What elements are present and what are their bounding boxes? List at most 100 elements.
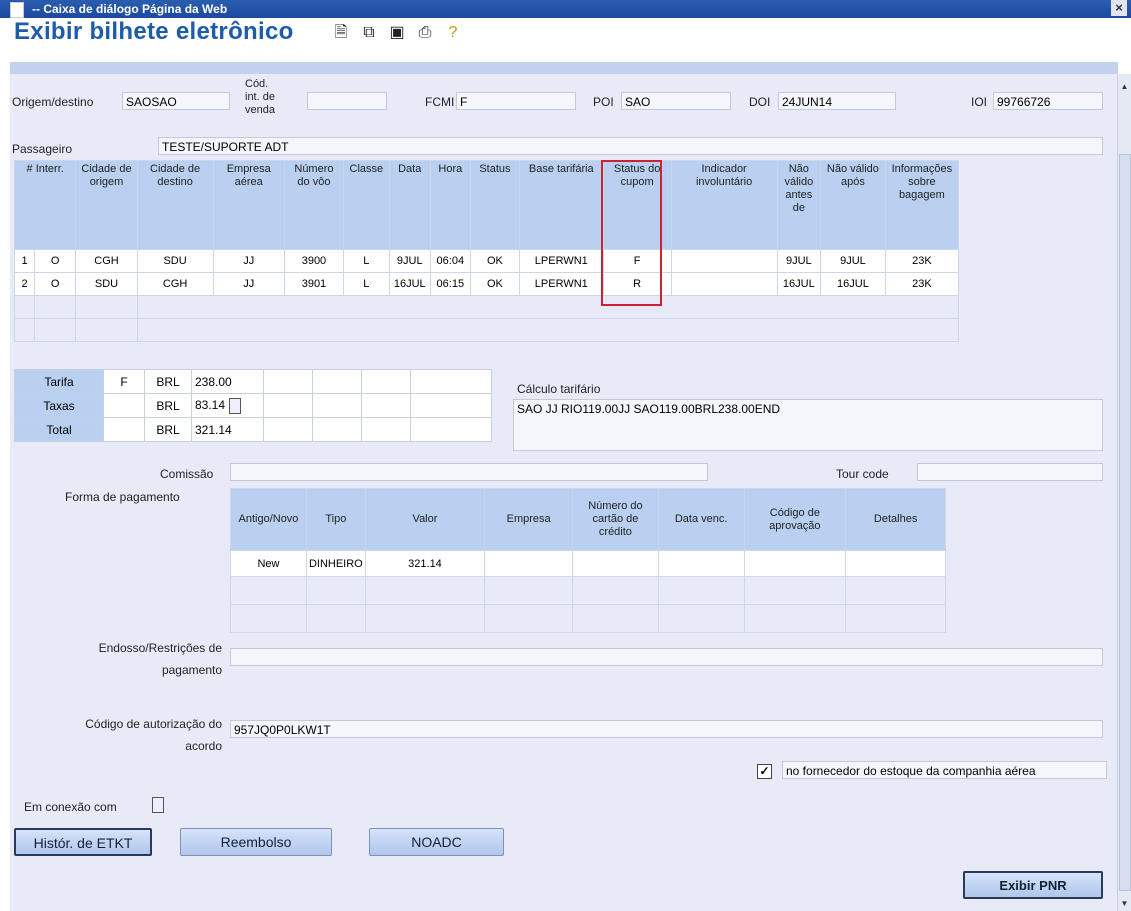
pay-cell [572,550,659,577]
col-valor: Valor [364,488,486,551]
fare-table: Tarifa F BRL 238.00 Taxas BRL 83.14 Tota… [14,369,492,442]
col-status-cupom: Status do cupom [602,160,672,250]
table-row[interactable]: New DINHEIRO 321.14 [230,550,946,577]
comissao-field[interactable] [230,463,708,481]
col-bagagem: Informações sobre bagagem [884,160,960,250]
scroll-down-icon[interactable]: ▼ [1118,897,1131,911]
doi-field[interactable]: 24JUN14 [778,92,896,110]
conexao-detail-icon[interactable] [152,797,164,813]
col-antigo-novo: Antigo/Novo [230,488,307,551]
acordo-label-line2: acordo [185,739,222,753]
seg-cell: SDU [136,249,214,273]
endosso-field[interactable] [230,648,1103,666]
reembolso-button[interactable]: Reembolso [180,828,332,856]
seg-cell: L [343,249,390,273]
endosso-label-line2: pagamento [161,663,222,677]
table-row[interactable] [13,295,960,319]
calculo-label: Cálculo tarifário [517,382,601,396]
pay-cell [484,550,574,577]
forma-label: Forma de pagamento [65,490,180,504]
pay-cell: New [230,550,307,577]
fare-amount: 83.14 [195,397,226,412]
col-classe: Classe [343,160,390,250]
close-icon[interactable]: × [1111,0,1127,16]
fare-row: Taxas BRL 83.14 [14,393,492,418]
fcmi-label: FCMI [425,95,455,109]
scroll-up-icon[interactable]: ▲ [1118,80,1131,94]
fare-currency: BRL [144,417,192,442]
ioi-field[interactable]: 99766726 [993,92,1103,110]
fcmi-field[interactable]: F [456,92,576,110]
window-titlebar: -- Caixa de diálogo Página da Web × [0,0,1131,18]
exibir-pnr-button[interactable]: Exibir PNR [963,871,1103,899]
col-tipo: Tipo [305,488,366,551]
tourcode-field[interactable] [917,463,1103,481]
seg-cell: LPERWN1 [518,272,604,296]
vertical-scrollbar[interactable]: ▲ ▼ [1117,74,1131,911]
col-data: Data [388,160,431,250]
seg-cell: LPERWN1 [518,249,604,273]
copy-icon[interactable]: ⧉ [360,24,378,42]
seg-cell: JJ [212,249,285,273]
seg-cell: 16JUL [820,272,886,296]
seg-cell: 06:04 [429,249,471,273]
table-row[interactable] [13,318,960,342]
seg-cell: 06:15 [429,272,471,296]
seg-cell: R [602,272,672,296]
acordo-field[interactable]: 957JQ0P0LKW1T [230,720,1103,738]
fare-label: Total [14,417,104,442]
segments-table: # Interr. Cidade de origem Cidade de des… [13,160,960,342]
cod-label-line1: Cód. [245,78,269,90]
historico-button[interactable]: Histór. de ETKT [14,828,152,856]
table-row[interactable] [230,576,946,605]
header-toolbar: 🗎 ⧉ ▣ ⎙ ? [332,24,462,42]
seg-cell: SDU [75,272,138,296]
passageiro-field[interactable]: TESTE/SUPORTE ADT [158,137,1103,155]
table-row[interactable] [230,604,946,633]
ioi-label: IOI [971,95,988,109]
fare-row: Tarifa F BRL 238.00 [14,369,492,394]
col-status: Status [469,160,520,250]
noadc-button[interactable]: NOADC [369,828,504,856]
pay-cell: 321.14 [364,550,486,577]
seg-cell: CGH [75,249,138,273]
taxes-detail-icon[interactable] [229,397,242,414]
help-icon[interactable]: ? [444,24,462,42]
calculo-field[interactable]: SAO JJ RIO119.00JJ SAO119.00BRL238.00END [513,399,1103,451]
col-indicador: Indicador involuntário [670,160,778,250]
pay-cell: DINHEIRO [305,550,366,577]
page-icon [10,2,24,18]
table-row[interactable]: 1 O CGH SDU JJ 3900 L 9JUL 06:04 OK LPER… [13,249,960,273]
header: Exibir bilhete eletrônico 🗎 ⧉ ▣ ⎙ ? [0,18,1131,62]
scroll-thumb[interactable] [1119,154,1131,891]
pay-cell [845,550,946,577]
fornecedor-checkbox[interactable]: ✓ [757,764,772,779]
print-icon[interactable]: ⎙ [416,24,434,42]
seg-cell: F [602,249,672,273]
document-icon[interactable]: 🗎 [332,24,350,42]
cod-label-line3: venda [245,104,275,116]
seg-cell: 23K [884,249,960,273]
cod-label-line2: int. de [245,91,275,103]
page-title: Exibir bilhete eletrônico [14,18,294,45]
fare-currency: BRL [144,369,192,394]
seg-cell: 1 [13,249,36,273]
table-row[interactable]: 2 O SDU CGH JJ 3901 L 16JUL 06:15 OK LPE… [13,272,960,296]
fare-amount-cell: 83.14 [191,393,264,418]
seg-cell: 9JUL [388,249,431,273]
seg-cell: 2 [13,272,36,296]
seg-cell: 23K [884,272,960,296]
seg-cell: O [34,272,77,296]
header-divider [10,62,1118,74]
seg-cell: 9JUL [776,249,822,273]
poi-field[interactable]: SAO [621,92,731,110]
acordo-label: Código de autorização do acordo [46,713,222,757]
seg-cell: L [343,272,390,296]
origem-field[interactable]: SAOSAO [122,92,230,110]
seg-cell: OK [469,249,520,273]
endosso-label-line1: Endosso/Restrições de [98,641,222,655]
payment-table: Antigo/Novo Tipo Valor Empresa Número do… [230,488,946,633]
col-nao-valido-apos: Não válido após [820,160,886,250]
save-icon[interactable]: ▣ [388,24,406,42]
cod-field[interactable] [307,92,387,110]
